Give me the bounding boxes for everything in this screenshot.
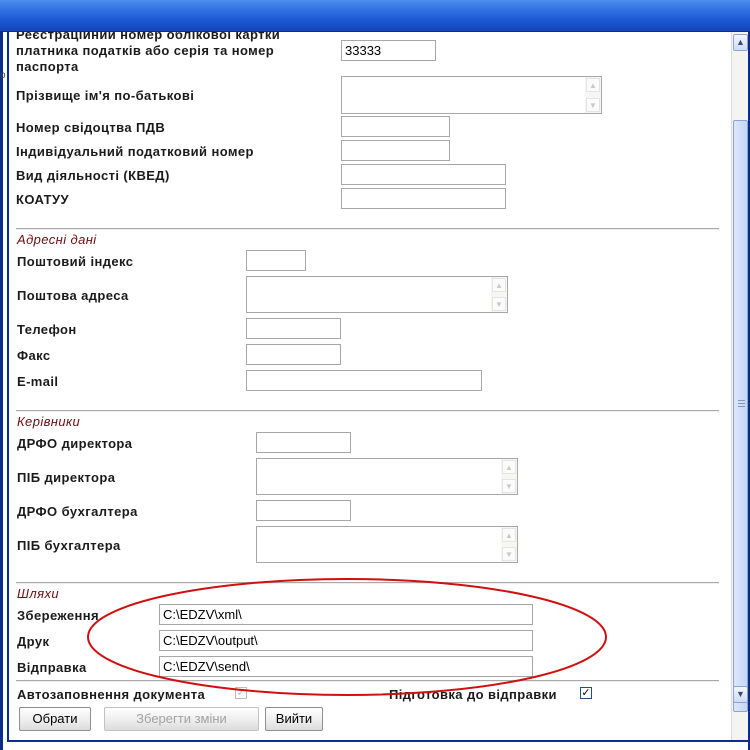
fullname-label: Прізвище ім'я по-батькові (16, 88, 195, 103)
save-path-input[interactable]: C:\EDZV\xml\ (159, 604, 533, 625)
autofill-checkbox[interactable]: ✓ (235, 687, 247, 699)
postal-code-input[interactable] (246, 250, 306, 271)
fax-input[interactable] (246, 344, 341, 365)
form-panel: Реєстраційний номер облікової картки пла… (7, 32, 731, 740)
vat-certificate-label: Номер свідоцтва ПДВ (16, 120, 166, 135)
postal-address-scrollbar[interactable]: ▲ ▼ (491, 277, 507, 312)
send-path-input[interactable]: C:\EDZV\send\ (159, 656, 533, 677)
registration-number-input[interactable]: 33333 (341, 40, 436, 61)
scroll-down-icon[interactable]: ▼ (733, 686, 748, 703)
left-frame-glyph: о (0, 70, 6, 81)
managers-section-title: Керівники (17, 414, 81, 429)
save-changes-button[interactable]: Зберегти зміни (104, 707, 259, 731)
postal-address-textarea[interactable]: ▲ ▼ (246, 276, 508, 313)
scrollbar-grip (738, 406, 745, 407)
scroll-down-icon[interactable]: ▼ (502, 547, 516, 561)
scroll-up-icon[interactable]: ▲ (502, 528, 516, 542)
select-button[interactable]: Обрати (19, 707, 91, 731)
scrollbar-grip (738, 400, 745, 401)
address-section-title: Адресні дані (17, 232, 97, 247)
email-input[interactable] (246, 370, 482, 391)
scroll-up-icon[interactable]: ▲ (502, 460, 516, 474)
accountant-name-scrollbar[interactable]: ▲ ▼ (501, 527, 517, 562)
bottom-frame-edge (7, 740, 748, 742)
director-name-textarea[interactable]: ▲ ▼ (256, 458, 518, 495)
section-divider (16, 582, 719, 584)
individual-tax-number-label: Індивідуальний податковий номер (16, 144, 254, 159)
postal-code-label: Поштовий індекс (17, 254, 134, 269)
scroll-up-icon[interactable]: ▲ (586, 78, 600, 92)
print-path-label: Друк (17, 634, 50, 649)
scroll-down-icon[interactable]: ▼ (502, 479, 516, 493)
postal-address-label: Поштова адреса (17, 288, 129, 303)
prepare-send-label: Підготовка до відправки (389, 687, 557, 702)
section-divider (16, 228, 719, 230)
left-frame-strip (0, 32, 3, 750)
scroll-down-icon[interactable]: ▼ (492, 297, 506, 311)
fax-label: Факс (17, 348, 51, 363)
left-frame-edge: о (0, 32, 7, 750)
title-bar[interactable] (0, 0, 750, 32)
director-drfo-input[interactable] (256, 432, 351, 453)
registration-number-label: Реєстраційний номер облікової картки пла… (16, 32, 281, 74)
email-label: E-mail (17, 374, 59, 389)
paths-section-title: Шляхи (17, 586, 59, 601)
fullname-scrollbar[interactable]: ▲ ▼ (585, 77, 601, 113)
scroll-down-icon[interactable]: ▼ (586, 98, 600, 112)
section-divider (16, 680, 719, 682)
save-path-label: Збереження (17, 608, 99, 623)
koatuu-label: КОАТУУ (16, 192, 69, 207)
koatuu-input[interactable] (341, 188, 506, 209)
individual-tax-number-input[interactable] (341, 140, 450, 161)
phone-input[interactable] (246, 318, 341, 339)
page-scrollbar[interactable]: ▲ ▼ (731, 32, 748, 740)
accountant-name-textarea[interactable]: ▲ ▼ (256, 526, 518, 563)
activity-kved-input[interactable] (341, 164, 506, 185)
scroll-up-icon[interactable]: ▲ (733, 34, 748, 51)
fullname-textarea[interactable]: ▲ ▼ (341, 76, 602, 114)
scroll-up-icon[interactable]: ▲ (492, 278, 506, 292)
prepare-send-checkbox[interactable]: ✓ (580, 687, 592, 699)
autofill-label: Автозаповнення документа (17, 687, 206, 702)
phone-label: Телефон (17, 322, 77, 337)
section-divider (16, 410, 719, 412)
scrollbar-thumb[interactable] (733, 120, 748, 712)
vat-certificate-input[interactable] (341, 116, 450, 137)
accountant-drfo-input[interactable] (256, 500, 351, 521)
send-path-label: Відправка (17, 660, 87, 675)
director-name-scrollbar[interactable]: ▲ ▼ (501, 459, 517, 494)
print-path-input[interactable]: C:\EDZV\output\ (159, 630, 533, 651)
accountant-name-label: ПІБ бухгалтера (17, 538, 121, 553)
director-drfo-label: ДРФО директора (17, 436, 133, 451)
scrollbar-grip (738, 403, 745, 404)
director-name-label: ПІБ директора (17, 470, 116, 485)
exit-button[interactable]: Вийти (265, 707, 323, 731)
window: о Реєстраційний номер облікової картки п… (0, 0, 750, 750)
activity-kved-label: Вид діяльності (КВЕД) (16, 168, 170, 183)
accountant-drfo-label: ДРФО бухгалтера (17, 504, 138, 519)
